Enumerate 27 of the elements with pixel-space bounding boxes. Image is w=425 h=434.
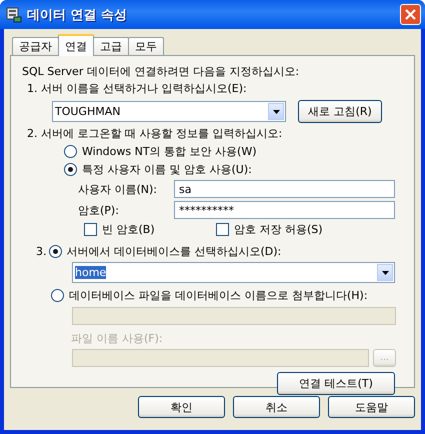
radio-label: 서버에서 데이터베이스를 선택하십시오(D): — [66, 244, 282, 259]
username-label: 사용자 이름(N): — [78, 182, 158, 196]
tab[interactable]: 고급 — [93, 37, 129, 55]
radio-label: Windows NT의 통합 보안 사용(W) — [82, 144, 256, 159]
password-field[interactable]: ********** — [174, 201, 395, 219]
dialog-button[interactable]: 취소 — [233, 396, 320, 418]
step-label: 2. 서버에 로그온할 때 사용할 정보를 입력하십시오: — [27, 126, 284, 141]
refresh-button[interactable]: 새로 고침(R) — [298, 100, 382, 123]
radio-label: 데이터베이스 파일을 데이터베이스 이름으로 첨부합니다(H): — [69, 288, 368, 303]
database-combo-box[interactable]: home — [72, 262, 395, 283]
window-title: 데이터 연결 속성 — [27, 6, 128, 24]
username-field[interactable]: sa — [174, 180, 395, 198]
step-label: 1. 서버 이름을 선택하거나 입력하십시오(E): — [27, 81, 248, 96]
checkbox-label: 암호 저장 허용(S) — [234, 222, 323, 237]
tab[interactable]: 모두 — [128, 37, 164, 55]
test-connection-button[interactable]: 연결 테스트(T) — [277, 372, 395, 395]
checkbox-label: 빈 암호(B) — [102, 222, 155, 237]
file-name-label: 파일 이름 사용(F): — [71, 331, 164, 346]
dialog-button[interactable]: 확인 — [138, 396, 225, 418]
step-number: 3. — [36, 245, 46, 258]
instruction-text: SQL Server 데이터에 연결하려면 다음을 지정하십시오: — [22, 64, 300, 79]
password-label: 암호(P): — [78, 202, 120, 218]
tab[interactable]: 연결 — [58, 34, 94, 56]
tab[interactable]: 공급자 — [12, 37, 59, 55]
dialog-button[interactable]: 도움말 — [328, 396, 415, 418]
server-combo-box[interactable]: TOUGHMAN — [52, 101, 286, 122]
radio-label: 특정 사용자 이름 및 암호 사용(U): — [82, 162, 252, 177]
